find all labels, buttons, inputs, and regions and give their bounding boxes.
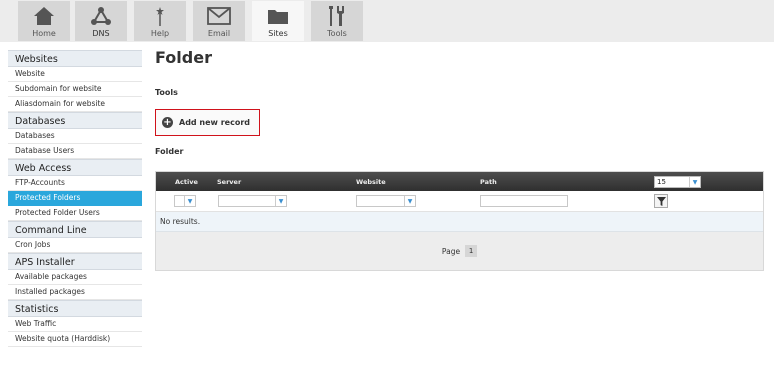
sidebar-item-web-traffic[interactable]: Web Traffic xyxy=(8,317,142,332)
sidebar-item-aliasdomain[interactable]: Aliasdomain for website xyxy=(8,97,142,112)
column-header-website[interactable]: Website xyxy=(356,178,386,186)
page-size-select[interactable]: 15 ▼ xyxy=(654,176,701,188)
tab-label: Home xyxy=(32,29,56,38)
top-navigation: Home DNS Help Email Sites Tools xyxy=(0,0,774,42)
column-header-path[interactable]: Path xyxy=(480,178,497,186)
tools-label: Tools xyxy=(155,88,178,97)
sidebar-section-command-line: Command Line xyxy=(8,221,142,238)
sidebar-section-web-access: Web Access xyxy=(8,159,142,176)
plus-circle-icon: + xyxy=(162,116,173,128)
records-table: Active Server Website Path 15 ▼ ▼ ▼ ▼ No… xyxy=(155,171,764,271)
page-size-value: 15 xyxy=(657,178,666,186)
chevron-down-icon: ▼ xyxy=(184,196,195,206)
help-wand-icon xyxy=(134,5,186,27)
tab-label: DNS xyxy=(92,29,110,38)
sidebar-item-databases[interactable]: Databases xyxy=(8,129,142,144)
page-label: Page xyxy=(441,246,461,256)
sidebar-item-protected-folders[interactable]: Protected Folders xyxy=(8,191,142,206)
filter-row: ▼ ▼ ▼ xyxy=(156,191,763,212)
sidebar-item-subdomain[interactable]: Subdomain for website xyxy=(8,82,142,97)
tab-label: Help xyxy=(150,29,170,38)
envelope-icon xyxy=(193,5,245,27)
page-number-1[interactable]: 1 xyxy=(465,245,478,257)
tab-label: Email xyxy=(207,29,231,38)
sidebar-item-cron-jobs[interactable]: Cron Jobs xyxy=(8,238,142,253)
path-filter-input[interactable] xyxy=(480,195,568,207)
filter-button[interactable] xyxy=(654,194,668,208)
main-content: Folder Tools + Add new record Folder Act… xyxy=(155,48,765,271)
sidebar-item-website-quota[interactable]: Website quota (Harddisk) xyxy=(8,332,142,347)
chevron-down-icon: ▼ xyxy=(404,196,415,206)
server-filter-select[interactable]: ▼ xyxy=(218,195,287,207)
sidebar-section-databases: Databases xyxy=(8,112,142,129)
dns-network-icon xyxy=(75,5,127,27)
website-filter-select[interactable]: ▼ xyxy=(356,195,416,207)
tab-help[interactable]: Help xyxy=(134,1,186,41)
sidebar-section-statistics: Statistics xyxy=(8,300,142,317)
sidebar: Websites Website Subdomain for website A… xyxy=(8,50,142,347)
active-filter-select[interactable]: ▼ xyxy=(174,195,196,207)
tab-home[interactable]: Home xyxy=(18,1,70,41)
sidebar-item-protected-folder-users[interactable]: Protected Folder Users xyxy=(8,206,142,221)
page-title: Folder xyxy=(155,48,212,67)
sidebar-item-available-packages[interactable]: Available packages xyxy=(8,270,142,285)
sidebar-item-database-users[interactable]: Database Users xyxy=(8,144,142,159)
sidebar-item-installed-packages[interactable]: Installed packages xyxy=(8,285,142,300)
tab-dns[interactable]: DNS xyxy=(75,1,127,41)
tools-icon xyxy=(311,5,363,27)
filter-funnel-icon xyxy=(656,196,666,206)
column-header-server[interactable]: Server xyxy=(217,178,241,186)
sidebar-section-aps-installer: APS Installer xyxy=(8,253,142,270)
tab-tools[interactable]: Tools xyxy=(311,1,363,41)
home-icon xyxy=(18,5,70,27)
chevron-down-icon: ▼ xyxy=(275,196,286,206)
sidebar-section-websites: Websites xyxy=(8,50,142,67)
add-new-record-label: Add new record xyxy=(179,118,251,127)
chevron-down-icon: ▼ xyxy=(689,177,700,187)
section-label: Folder xyxy=(155,147,184,156)
column-header-active[interactable]: Active xyxy=(175,178,198,186)
tab-label: Sites xyxy=(268,29,288,38)
tab-sites[interactable]: Sites xyxy=(252,1,304,41)
pagination: Page 1 xyxy=(156,232,763,270)
add-new-record-button[interactable]: + Add new record xyxy=(155,109,260,136)
tab-label: Tools xyxy=(327,29,347,38)
empty-results-message: No results. xyxy=(156,212,763,232)
folder-icon xyxy=(252,5,304,27)
sidebar-item-website[interactable]: Website xyxy=(8,67,142,82)
sidebar-item-ftp-accounts[interactable]: FTP-Accounts xyxy=(8,176,142,191)
tab-email[interactable]: Email xyxy=(193,1,245,41)
table-header: Active Server Website Path 15 ▼ xyxy=(156,172,763,191)
